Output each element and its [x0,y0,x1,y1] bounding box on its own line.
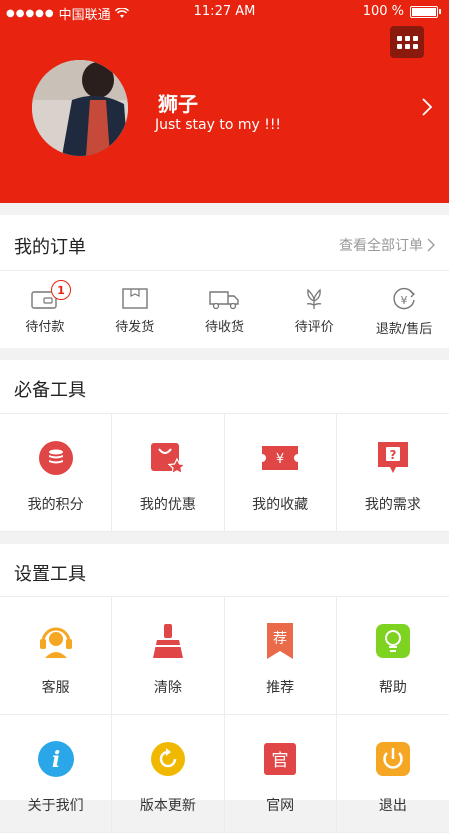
avatar[interactable] [32,60,128,156]
profile-name: 狮子 [158,92,198,116]
settings-title: 设置工具 [14,564,86,585]
refund-icon: ¥ [393,287,416,310]
power-icon-wrap [373,739,413,779]
unpaid-count-badge: 1 [50,280,71,300]
battery-icon [410,5,438,18]
order-label: 待评价 [294,320,334,335]
website-icon: 官 [264,743,297,775]
order-pending-review[interactable]: 待评价 [269,280,359,346]
orders-title: 我的订单 [14,237,86,258]
order-label: 待收货 [204,320,244,335]
tool-my-points[interactable]: 我的积分 [0,414,113,532]
tool-my-favorites[interactable]: ¥ 我的收藏 [224,414,337,532]
order-pending-shipment[interactable]: 待发货 [90,280,180,346]
website-icon-wrap: 官 [260,739,300,779]
headset-icon-wrap [36,621,76,661]
tool-label: 推荐 [266,680,295,696]
chevron-right-icon [427,238,435,252]
question-icon: ? [377,442,408,473]
tool-recommend[interactable]: 荐 推荐 [224,597,337,715]
battery-percent: 100 % [362,4,404,19]
headset-icon [39,627,72,658]
divider [0,270,449,271]
battery-tip [439,9,441,14]
tool-label: 退出 [378,798,407,814]
order-status-row: 1 待付款 待发货 待收货 待评价 ¥ 退款/售后 [0,280,449,346]
tool-label: 关于我们 [27,798,84,814]
essentials-grid: 我的积分 我的优惠 ¥ 我的收藏 ? 我的需求 [0,414,449,532]
svg-text:¥: ¥ [276,452,284,467]
essentials-title: 必备工具 [14,380,86,401]
tool-label: 我的需求 [364,497,421,513]
menu-grid-button[interactable] [390,26,424,58]
settings-grid: 客服 清除 荐 推荐 帮助 i 关于我们 版本更新 官 官网 退出 [0,597,449,833]
tool-website[interactable]: 官 官网 [224,715,337,833]
order-label: 退款/售后 [375,322,433,337]
recommend-icon: 荐 [267,623,294,659]
broom-icon [152,624,183,658]
truck-icon [209,291,240,310]
lightbulb-icon [375,624,410,658]
profile-signature: Just stay to my !!! [155,117,282,133]
lightbulb-icon-wrap [373,621,413,661]
tool-about-us[interactable]: i 关于我们 [0,715,113,833]
order-refund[interactable]: ¥ 退款/售后 [359,280,449,346]
recommend-icon-wrap: 荐 [260,621,300,661]
info-icon-wrap: i [36,739,76,779]
order-label: 待付款 [25,320,65,335]
svg-text:¥: ¥ [401,294,408,307]
tool-version-update[interactable]: 版本更新 [112,715,225,833]
update-icon [150,742,185,776]
points-icon [38,441,73,475]
tool-label: 官网 [266,798,295,814]
flower-icon [307,288,322,309]
tool-label: 我的优惠 [139,497,196,513]
tool-clear[interactable]: 清除 [112,597,225,715]
info-glyph: i [51,747,59,773]
coupon-bag-icon [150,443,187,475]
order-pending-payment[interactable]: 1 待付款 [0,280,90,346]
tool-label: 清除 [153,680,182,696]
order-pending-receipt[interactable]: 待收货 [180,280,270,346]
power-icon [375,742,410,776]
tool-label: 版本更新 [139,798,196,814]
view-all-orders-label: 查看全部订单 [339,238,423,254]
points-icon-wrap [36,438,76,478]
tool-logout[interactable]: 退出 [336,715,449,833]
tool-my-requests[interactable]: ? 我的需求 [336,414,449,532]
broom-icon-wrap [148,621,188,661]
tool-label: 帮助 [378,680,407,696]
tool-customer-service[interactable]: 客服 [0,597,113,715]
profile-header: ●●●●● 中国联通 11:27 AM 100 % 狮子 Just stay t… [0,0,449,203]
update-icon-wrap [148,739,188,779]
question-glyph: ? [389,448,396,462]
tool-help[interactable]: 帮助 [336,597,449,715]
info-icon: i [37,741,74,777]
ticket-icon: ¥ [262,446,299,470]
tool-label: 我的收藏 [252,497,309,513]
tool-label: 我的积分 [27,497,84,513]
tool-my-coupons[interactable]: 我的优惠 [112,414,225,532]
question-icon-wrap: ? [373,438,413,478]
ticket-icon-wrap: ¥ [260,438,300,478]
tool-label: 客服 [41,680,70,696]
website-glyph: 官 [272,751,289,771]
view-all-orders-link[interactable]: 查看全部订单 [339,235,435,255]
chevron-right-icon[interactable] [420,97,434,117]
coupon-icon-wrap [148,438,188,478]
recommend-glyph: 荐 [273,631,287,647]
order-label: 待发货 [115,320,155,335]
package-icon [121,288,148,309]
status-bar: ●●●●● 中国联通 11:27 AM 100 % [0,0,449,24]
